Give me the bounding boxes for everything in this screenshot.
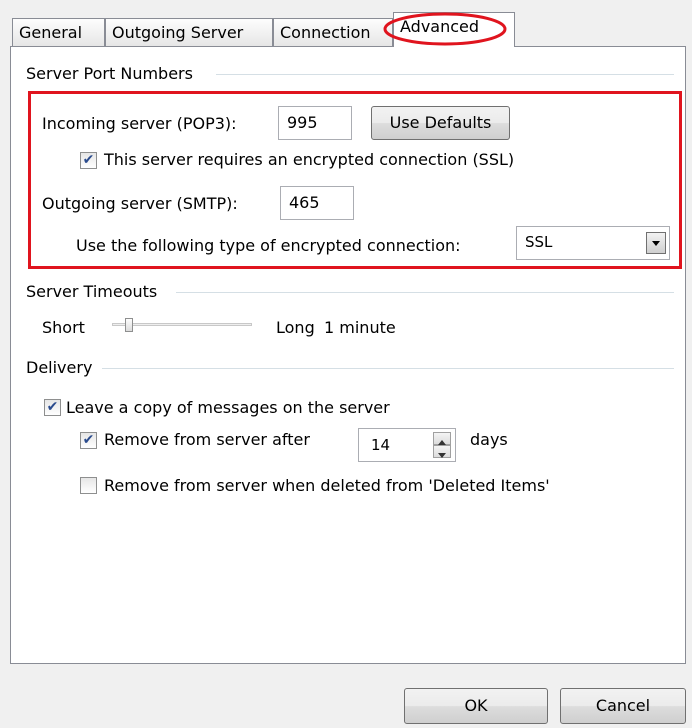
outgoing-server-label: Outgoing server (SMTP): [42,194,238,213]
tab-label: Outgoing Server [112,23,244,42]
check-icon: ✔ [82,432,95,448]
group-divider [102,368,674,369]
leave-copy-checkbox[interactable]: ✔ [44,399,61,416]
tab-connection[interactable]: Connection [273,18,393,46]
ok-button[interactable]: OK [404,688,548,724]
group-label-server-ports: Server Port Numbers [26,64,199,83]
timeout-value: 1 minute [324,318,396,337]
remove-after-days-value: 14 [371,436,391,454]
leave-copy-label: Leave a copy of messages on the server [66,398,390,417]
highlight-ellipse [383,12,507,46]
cancel-button[interactable]: Cancel [560,688,686,724]
ssl-required-label: This server requires an encrypted connec… [104,150,515,169]
timeout-short-label: Short [42,318,85,337]
dropdown-arrow-icon[interactable] [646,232,666,254]
timeout-slider[interactable] [112,318,252,332]
tab-general[interactable]: General [12,18,105,46]
remove-after-checkbox[interactable]: ✔ [80,432,97,449]
check-icon: ✔ [82,152,95,168]
timeout-long-label: Long [276,318,315,337]
encryption-type-select[interactable]: SSL [516,226,670,260]
group-label-server-timeouts: Server Timeouts [26,282,164,301]
group-divider [176,292,674,293]
outgoing-port-value: 465 [289,193,320,212]
ssl-required-checkbox[interactable]: ✔ [80,152,97,169]
remove-deleted-label: Remove from server when deleted from 'De… [104,476,550,495]
days-label: days [470,430,508,449]
remove-after-days-spinner[interactable]: 14 [358,428,456,462]
encryption-type-value: SSL [525,233,553,251]
ok-label: OK [464,696,488,715]
incoming-server-label: Incoming server (POP3): [42,114,237,133]
cancel-label: Cancel [595,696,651,715]
remove-deleted-checkbox[interactable] [80,477,97,494]
use-defaults-button[interactable]: Use Defaults [371,106,510,140]
incoming-port-input[interactable]: 995 [278,106,352,140]
group-divider [216,74,674,75]
spin-down-icon[interactable] [433,445,451,458]
tab-label: Connection [280,23,371,42]
encryption-type-label: Use the following type of encrypted conn… [76,236,461,255]
slider-thumb[interactable] [125,318,133,332]
tab-outgoing-server[interactable]: Outgoing Server [105,18,273,46]
check-icon: ✔ [46,399,59,415]
spin-up-icon[interactable] [433,432,451,445]
slider-track [112,323,252,326]
remove-after-label: Remove from server after [104,430,310,449]
group-label-delivery: Delivery [26,358,99,377]
tab-label: General [19,23,83,42]
incoming-port-value: 995 [287,113,318,132]
outgoing-port-input[interactable]: 465 [280,186,354,220]
use-defaults-label: Use Defaults [389,113,492,132]
